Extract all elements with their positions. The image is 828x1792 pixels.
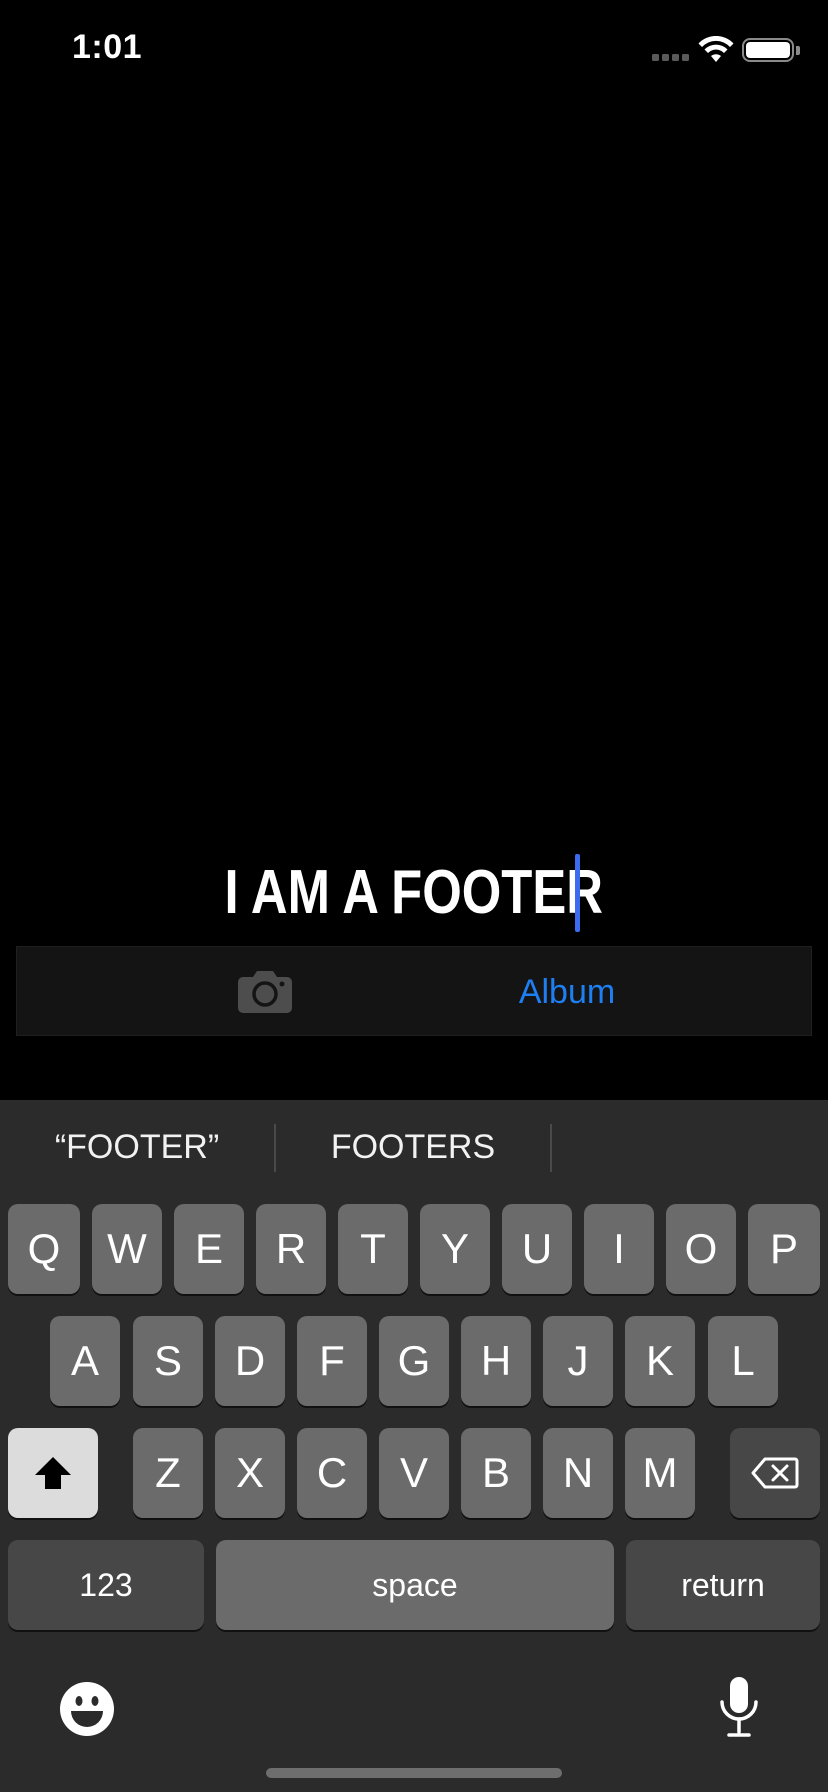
key-v[interactable]: V xyxy=(379,1428,449,1518)
key-a[interactable]: A xyxy=(50,1316,120,1406)
key-w[interactable]: W xyxy=(92,1204,162,1294)
key-z[interactable]: Z xyxy=(133,1428,203,1518)
key-k[interactable]: K xyxy=(625,1316,695,1406)
key-b[interactable]: B xyxy=(461,1428,531,1518)
key-u[interactable]: U xyxy=(502,1204,572,1294)
key-s[interactable]: S xyxy=(133,1316,203,1406)
key-j[interactable]: J xyxy=(543,1316,613,1406)
source-bar: Album xyxy=(16,946,812,1036)
status-time: 1:01 xyxy=(72,28,143,66)
home-indicator[interactable] xyxy=(266,1768,562,1778)
emoji-icon[interactable] xyxy=(58,1680,116,1738)
key-h[interactable]: H xyxy=(461,1316,531,1406)
delete-icon xyxy=(751,1457,799,1489)
key-e[interactable]: E xyxy=(174,1204,244,1294)
suggestion-bar: “FOOTER” FOOTERS xyxy=(0,1100,828,1196)
shift-key[interactable] xyxy=(8,1428,98,1518)
battery-icon xyxy=(742,38,794,62)
caption-field[interactable]: I AM A FOOTER xyxy=(0,852,828,934)
key-l[interactable]: L xyxy=(708,1316,778,1406)
shift-icon xyxy=(35,1457,71,1489)
microphone-icon[interactable] xyxy=(718,1676,760,1738)
key-c[interactable]: C xyxy=(297,1428,367,1518)
suggestion-item[interactable]: FOOTERS xyxy=(276,1122,550,1172)
album-button[interactable]: Album xyxy=(497,969,637,1015)
wifi-icon xyxy=(698,36,734,62)
key-m[interactable]: M xyxy=(625,1428,695,1518)
key-x[interactable]: X xyxy=(215,1428,285,1518)
camera-icon[interactable] xyxy=(237,967,293,1015)
status-bar: 1:01 xyxy=(0,0,828,100)
key-i[interactable]: I xyxy=(584,1204,654,1294)
suggestion-item[interactable] xyxy=(552,1122,828,1172)
text-cursor xyxy=(575,854,580,932)
key-r[interactable]: R xyxy=(256,1204,326,1294)
delete-key[interactable] xyxy=(730,1428,820,1518)
numbers-key[interactable]: 123 xyxy=(8,1540,204,1630)
space-key[interactable]: space xyxy=(216,1540,614,1630)
key-d[interactable]: D xyxy=(215,1316,285,1406)
key-y[interactable]: Y xyxy=(420,1204,490,1294)
key-g[interactable]: G xyxy=(379,1316,449,1406)
key-p[interactable]: P xyxy=(748,1204,820,1294)
key-n[interactable]: N xyxy=(543,1428,613,1518)
keyboard: “FOOTER” FOOTERS Q W E R T Y U I O P A S… xyxy=(0,1100,828,1792)
key-q[interactable]: Q xyxy=(8,1204,80,1294)
key-o[interactable]: O xyxy=(666,1204,736,1294)
caption-text: I AM A FOOTER xyxy=(224,858,604,927)
key-f[interactable]: F xyxy=(297,1316,367,1406)
suggestion-item[interactable]: “FOOTER” xyxy=(0,1122,274,1172)
battery-cap xyxy=(796,46,800,55)
return-key[interactable]: return xyxy=(626,1540,820,1630)
signal-icon xyxy=(652,54,690,62)
key-t[interactable]: T xyxy=(338,1204,408,1294)
